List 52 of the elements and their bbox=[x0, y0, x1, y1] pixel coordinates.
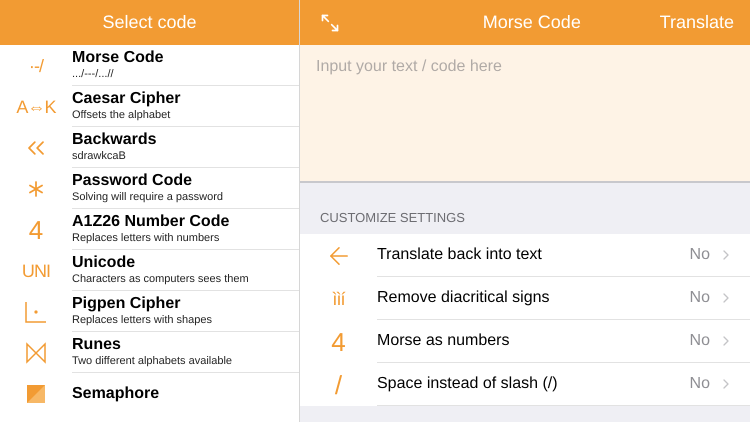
setting-value: No bbox=[690, 374, 710, 394]
code-title: Backwards bbox=[72, 130, 158, 150]
setting-label: Morse as numbers bbox=[377, 331, 510, 351]
setting-value: No bbox=[690, 288, 710, 308]
symbol-icon: ììí bbox=[332, 290, 345, 308]
code-subtitle: .../---/...// bbox=[72, 68, 115, 82]
symbol-icon: UNI bbox=[22, 262, 50, 280]
code-list-item[interactable]: Password Code Solving will require a password bbox=[0, 168, 299, 209]
code-title: Unicode bbox=[72, 253, 136, 274]
code-subtitle: Characters as computers sees them bbox=[72, 273, 250, 287]
settings-row[interactable]: ììí Remove diacritical signs No bbox=[300, 277, 750, 320]
code-subtitle: Two different alphabets available bbox=[72, 355, 234, 369]
code-list-item[interactable]: Backwards sdrawkcaB bbox=[0, 127, 299, 168]
main-title: Morse Code bbox=[482, 11, 582, 34]
setting-label: Space instead of slash (/) bbox=[377, 374, 559, 394]
code-list-item[interactable]: Pigpen Cipher Replaces letters with shapes bbox=[0, 291, 299, 332]
settings-row[interactable]: / Space instead of slash (/) No bbox=[300, 363, 750, 406]
symbol-icon: 4 bbox=[331, 328, 346, 354]
code-list-item[interactable]: ·-/ Morse Code .../---/...// bbox=[0, 45, 299, 86]
code-title: Morse Code bbox=[72, 48, 165, 68]
code-list-item[interactable]: 4 A1Z26 Number Code Replaces letters with numbers bbox=[0, 209, 299, 250]
code-title: Caesar Cipher bbox=[72, 89, 182, 110]
pigpen-icon bbox=[24, 300, 48, 324]
settings-row[interactable]: Translate back into text No bbox=[300, 234, 750, 277]
code-subtitle: Solving will require a password bbox=[72, 191, 224, 205]
settings-header: CUSTOMIZE SETTINGS bbox=[319, 211, 466, 224]
code-list-item[interactable]: Runes Two different alphabets available bbox=[0, 332, 299, 373]
code-subtitle: sdrawkcaB bbox=[72, 150, 127, 164]
code-title: Pigpen Cipher bbox=[72, 294, 182, 314]
code-list-item[interactable]: Semaphore bbox=[0, 373, 299, 414]
symbol-icon: 4 bbox=[28, 216, 44, 242]
code-title: Semaphore bbox=[72, 384, 160, 404]
setting-label: Translate back into text bbox=[377, 245, 543, 265]
code-title: A1Z26 Number Code bbox=[72, 212, 230, 232]
code-subtitle: Replaces letters with shapes bbox=[72, 314, 214, 328]
setting-value: No bbox=[690, 331, 710, 351]
expand-icon[interactable] bbox=[320, 12, 340, 32]
code-subtitle: Offsets the alphabet bbox=[72, 109, 172, 123]
code-title: Runes bbox=[72, 335, 122, 356]
text-input-field[interactable]: Input your text / code here bbox=[300, 45, 750, 183]
settings-row[interactable]: 4 Morse as numbers No bbox=[300, 320, 750, 363]
symbol-icon: / bbox=[334, 372, 342, 398]
setting-label: Remove diacritical signs bbox=[377, 288, 551, 308]
bowtie-icon bbox=[25, 342, 47, 364]
symbol-icon: A⇔K bbox=[16, 98, 56, 116]
code-list-item[interactable]: A⇔K Caesar Cipher Offsets the alphabet bbox=[0, 86, 299, 127]
code-list-item[interactable]: UNI Unicode Characters as computers sees them bbox=[0, 250, 299, 291]
sidebar-title: Select code bbox=[102, 11, 197, 34]
code-subtitle: Replaces letters with numbers bbox=[72, 232, 220, 246]
setting-value: No bbox=[690, 245, 710, 265]
symbol-icon: ·-/ bbox=[28, 56, 44, 74]
code-title: Password Code bbox=[72, 171, 194, 192]
